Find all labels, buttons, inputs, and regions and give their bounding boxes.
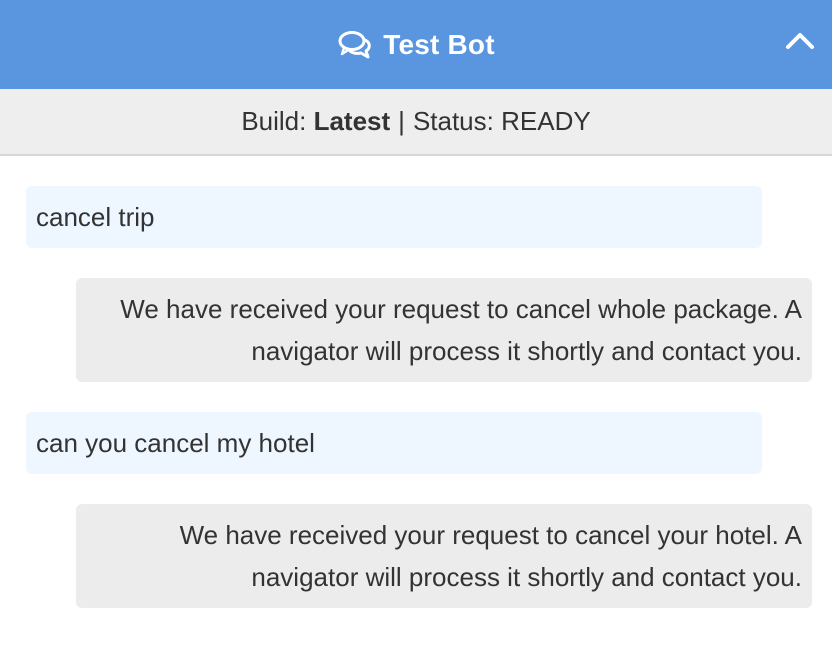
- status-separator: |: [398, 106, 405, 136]
- status-bar: Build: Latest | Status: READY: [0, 89, 832, 156]
- chat-bubbles-icon: [337, 30, 373, 60]
- user-message: can you cancel my hotel: [26, 412, 762, 474]
- bot-message: We have received your request to cancel …: [76, 504, 812, 608]
- status-value: READY: [501, 106, 591, 136]
- bot-message: We have received your request to cancel …: [76, 278, 812, 382]
- status-label: Status:: [412, 106, 494, 136]
- build-value: Latest: [313, 106, 391, 136]
- header-title-group: Test Bot: [337, 29, 495, 61]
- build-label: Build:: [241, 106, 307, 136]
- panel-header[interactable]: Test Bot: [0, 0, 832, 89]
- header-title: Test Bot: [383, 28, 495, 60]
- chevron-up-icon: [785, 30, 815, 55]
- test-bot-panel: Test Bot Build: Latest | Status: READY can…: [0, 0, 832, 652]
- message-list: cancel trip We have received your reques…: [0, 156, 832, 652]
- user-message: cancel trip: [26, 186, 762, 248]
- collapse-button[interactable]: [782, 24, 818, 60]
